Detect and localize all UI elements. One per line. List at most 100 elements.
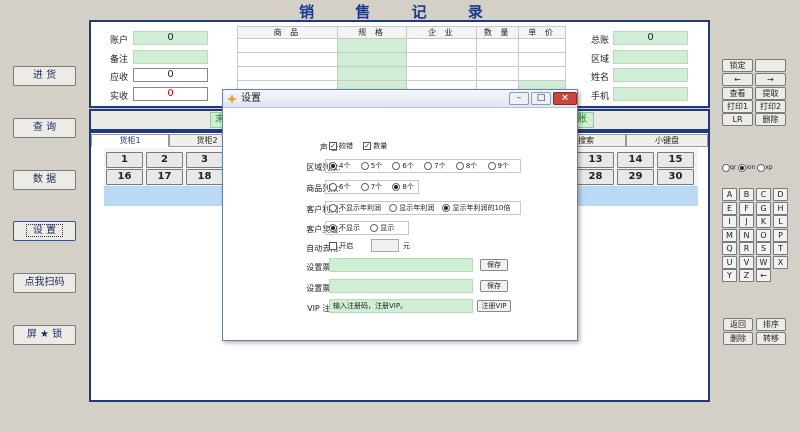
ime-selector[interactable]: qr ion xp: [722, 163, 792, 173]
key-l[interactable]: L: [773, 215, 788, 228]
product-3[interactable]: 3: [186, 152, 223, 168]
product-14[interactable]: 14: [617, 152, 654, 168]
key-e[interactable]: E: [722, 201, 737, 215]
print1-button[interactable]: 打印1: [722, 100, 753, 113]
key-z[interactable]: Z: [739, 269, 754, 282]
key-s[interactable]: S: [756, 242, 771, 255]
key-d[interactable]: D: [773, 188, 788, 201]
key-k[interactable]: K: [756, 215, 771, 228]
key-x[interactable]: X: [773, 255, 788, 269]
print2-button[interactable]: 打印2: [755, 100, 786, 113]
phone-field[interactable]: [613, 87, 688, 101]
tab-keypad[interactable]: 小键盘: [626, 134, 708, 147]
ticket-footer-input[interactable]: [329, 279, 473, 293]
profit-radio[interactable]: [389, 204, 398, 212]
key-v[interactable]: V: [739, 255, 754, 269]
key-a[interactable]: A: [722, 188, 737, 201]
key-p[interactable]: P: [773, 228, 788, 242]
left-arrow-button[interactable]: ←: [722, 73, 753, 86]
data-button[interactable]: 数 据: [13, 170, 76, 190]
product-16[interactable]: 16: [106, 169, 143, 185]
table-row[interactable]: [237, 66, 566, 81]
table-row[interactable]: [237, 52, 566, 67]
product-18[interactable]: 18: [186, 169, 223, 185]
key-r[interactable]: R: [739, 242, 754, 255]
region-radio[interactable]: [455, 162, 464, 170]
ime-radio-ion[interactable]: [738, 163, 747, 172]
vip-code-input[interactable]: 输入注册码，注册VIP。: [329, 299, 473, 313]
settings-button[interactable]: 设 置: [13, 221, 76, 241]
product-30[interactable]: 30: [657, 169, 694, 185]
region-radio[interactable]: [487, 162, 496, 170]
product-radio[interactable]: [392, 183, 401, 191]
note-field[interactable]: [133, 50, 208, 64]
receivable-field[interactable]: 0: [133, 68, 208, 82]
key-backspace[interactable]: ←: [756, 269, 771, 282]
blank-button[interactable]: [755, 59, 786, 72]
key-t[interactable]: T: [773, 242, 788, 255]
extract-button[interactable]: 提取: [755, 87, 786, 100]
sort-button[interactable]: 排序: [756, 318, 786, 331]
vip-register-button[interactable]: 注册VIP: [477, 300, 511, 312]
key-y[interactable]: Y: [722, 269, 737, 282]
voice-check-2[interactable]: ✓: [363, 142, 372, 150]
key-j[interactable]: J: [739, 215, 754, 228]
minimize-icon[interactable]: –: [509, 92, 529, 105]
key-u[interactable]: U: [722, 255, 737, 269]
rounding-input[interactable]: [371, 239, 399, 252]
product-13[interactable]: 13: [577, 152, 614, 168]
region-radio[interactable]: [329, 162, 337, 170]
key-b[interactable]: B: [739, 188, 754, 201]
query-button[interactable]: 查 询: [13, 118, 76, 138]
product-29[interactable]: 29: [617, 169, 654, 185]
region-field[interactable]: [613, 50, 688, 64]
rounding-check[interactable]: [329, 242, 337, 250]
product-radio[interactable]: [360, 183, 369, 191]
back-button[interactable]: 返回: [723, 318, 753, 331]
table-row[interactable]: [237, 38, 566, 53]
maximize-icon[interactable]: □: [531, 92, 551, 105]
reward-radio[interactable]: [329, 224, 337, 232]
key-n[interactable]: N: [739, 228, 754, 242]
product-28[interactable]: 28: [577, 169, 614, 185]
key-q[interactable]: Q: [722, 242, 737, 255]
region-radio[interactable]: [424, 162, 433, 170]
account-field[interactable]: 0: [133, 31, 208, 45]
region-radio[interactable]: [360, 162, 369, 170]
scan-button[interactable]: 点我扫码: [13, 273, 76, 293]
total-field[interactable]: 0: [613, 31, 688, 45]
key-c[interactable]: C: [756, 188, 771, 201]
key-f[interactable]: F: [739, 201, 754, 215]
key-w[interactable]: W: [756, 255, 771, 269]
received-field[interactable]: 0: [133, 87, 208, 101]
key-i[interactable]: I: [722, 215, 737, 228]
name-field[interactable]: [613, 68, 688, 82]
remove-button[interactable]: 删除: [723, 332, 753, 345]
key-g[interactable]: G: [756, 201, 771, 215]
save-header-button[interactable]: 保存: [480, 259, 508, 271]
right-arrow-button[interactable]: →: [755, 73, 786, 86]
transfer-button[interactable]: 转移: [756, 332, 786, 345]
region-radio[interactable]: [392, 162, 401, 170]
lock-button[interactable]: 锁定: [722, 59, 753, 72]
save-footer-button[interactable]: 保存: [480, 280, 508, 292]
reward-radio[interactable]: [370, 224, 379, 232]
product-17[interactable]: 17: [146, 169, 183, 185]
ime-radio-xp[interactable]: [757, 163, 766, 172]
restock-button[interactable]: 进 货: [13, 66, 76, 86]
key-m[interactable]: M: [722, 228, 737, 242]
key-o[interactable]: O: [756, 228, 771, 242]
product-2[interactable]: 2: [146, 152, 183, 168]
delete-button[interactable]: 删除: [755, 113, 786, 126]
ticket-header-input[interactable]: [329, 258, 473, 272]
product-radio[interactable]: [329, 183, 337, 191]
profit-radio[interactable]: [329, 204, 337, 212]
key-h[interactable]: H: [773, 201, 788, 215]
lr-button[interactable]: LR: [722, 113, 753, 126]
tab-cabinet1[interactable]: 货柜1: [91, 134, 169, 147]
screen-lock-button[interactable]: 屏 ★ 锁: [13, 325, 76, 345]
close-icon[interactable]: ×: [553, 92, 577, 105]
product-15[interactable]: 15: [657, 152, 694, 168]
product-1[interactable]: 1: [106, 152, 143, 168]
profit-radio[interactable]: [442, 204, 451, 212]
